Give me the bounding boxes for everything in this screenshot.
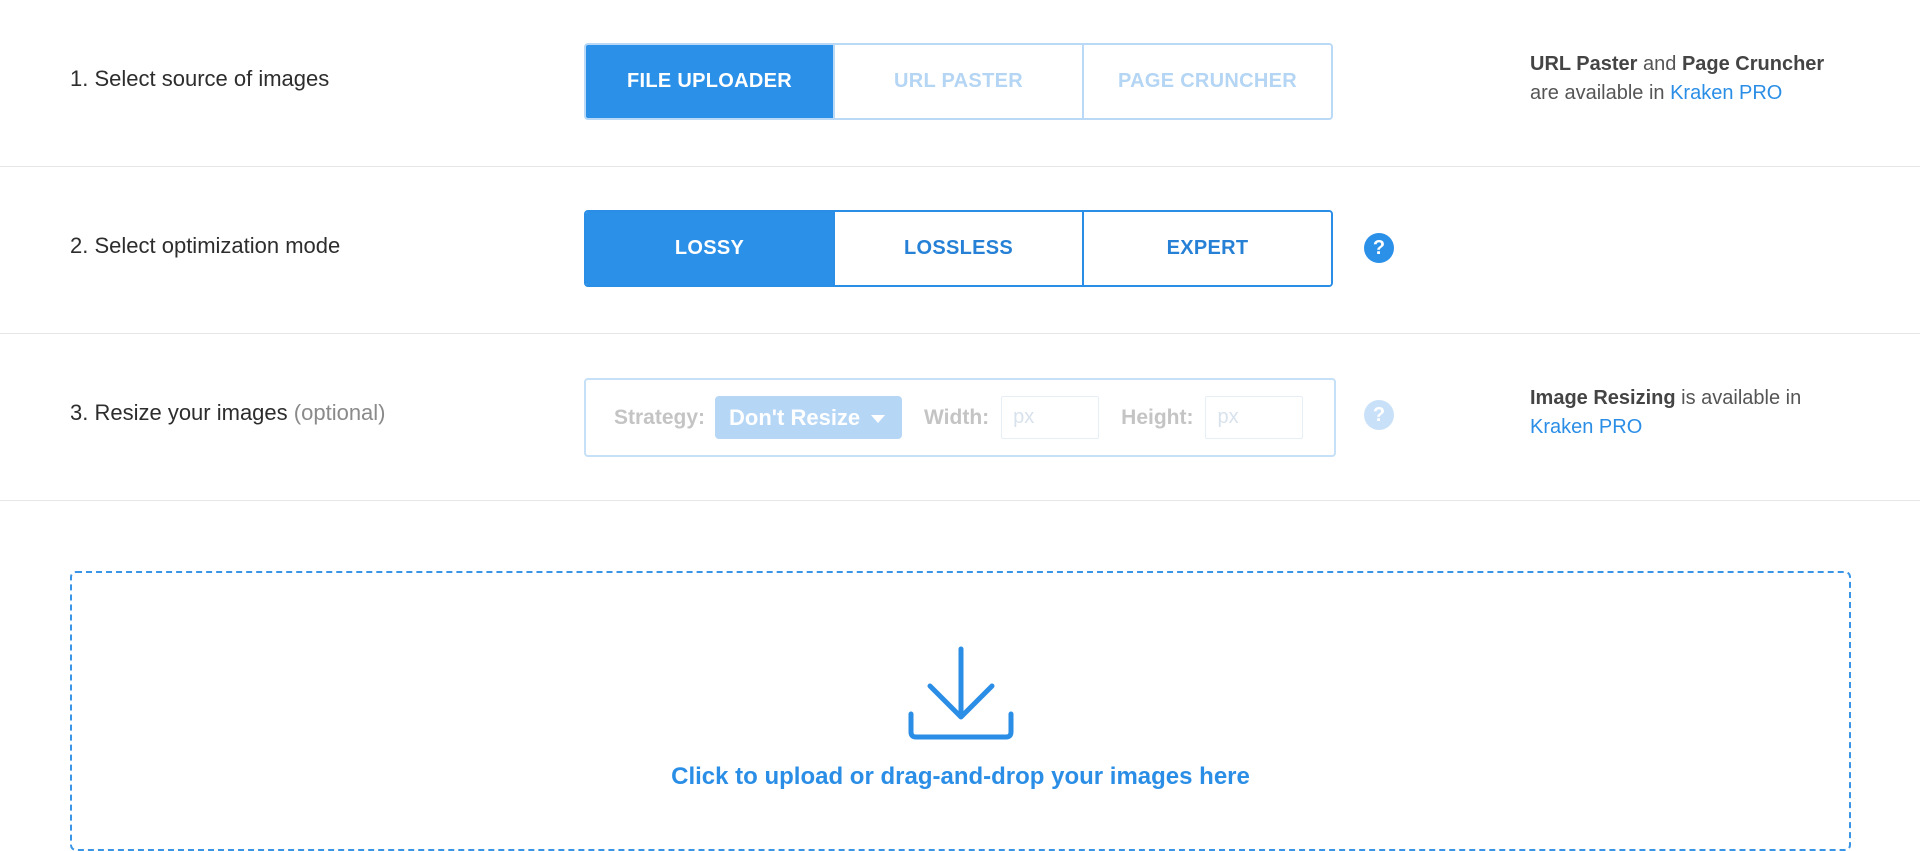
image-resizing-note: Image Resizing xyxy=(1530,387,1676,409)
mode-row: 2. Select optimization mode LOSSY LOSSLE… xyxy=(0,167,1920,334)
mode-selector: LOSSY LOSSLESS EXPERT xyxy=(584,210,1333,287)
chevron-down-icon xyxy=(871,415,886,423)
source-row: 1. Select source of images FILE UPLOADER… xyxy=(0,0,1920,167)
kraken-pro-link[interactable]: Kraken PRO xyxy=(1670,82,1782,104)
page-cruncher-note: Page Cruncher xyxy=(1681,53,1825,75)
mode-help-icon[interactable]: ? xyxy=(1364,233,1394,263)
source-pro-note: URL Paster and Page Cruncher are availab… xyxy=(1530,50,1824,108)
dropzone-text: Click to upload or drag-and-drop your im… xyxy=(671,763,1250,790)
width-input[interactable]: px xyxy=(1001,396,1100,439)
strategy-value: Don't Resize xyxy=(729,404,861,430)
file-uploader-button[interactable]: FILE UPLOADER xyxy=(586,45,833,118)
note-available: are available in xyxy=(1530,82,1671,104)
resize-pro-note: Image Resizing is available in Kraken PR… xyxy=(1530,384,1801,442)
note-and: and xyxy=(1637,53,1682,75)
height-input[interactable]: px xyxy=(1205,396,1304,439)
page-cruncher-button[interactable]: PAGE CRUNCHER xyxy=(1082,45,1331,118)
source-selector: FILE UPLOADER URL PASTER PAGE CRUNCHER xyxy=(584,43,1333,120)
url-paster-button[interactable]: URL PASTER xyxy=(833,45,1082,118)
width-label: Width: xyxy=(924,405,990,429)
lossless-button[interactable]: LOSSLESS xyxy=(833,212,1082,285)
resize-row: 3. Resize your images (optional) Strateg… xyxy=(0,334,1920,501)
resize-step-label: 3. Resize your images (optional) xyxy=(70,400,386,426)
resize-note-available: is available in xyxy=(1675,387,1802,409)
lossy-button[interactable]: LOSSY xyxy=(586,212,833,285)
resize-controls: Strategy: Don't Resize Width: px Height:… xyxy=(584,378,1336,457)
resize-label-text: 3. Resize your images xyxy=(70,400,288,425)
height-label: Height: xyxy=(1121,405,1194,429)
expert-button[interactable]: EXPERT xyxy=(1082,212,1331,285)
url-paster-note: URL Paster xyxy=(1530,53,1638,75)
source-step-label: 1. Select source of images xyxy=(70,66,330,91)
mode-step-label: 2. Select optimization mode xyxy=(70,233,341,258)
resize-kraken-pro-link[interactable]: Kraken PRO xyxy=(1530,416,1642,438)
resize-help-icon[interactable]: ? xyxy=(1364,400,1394,430)
strategy-label: Strategy: xyxy=(614,405,706,429)
upload-dropzone[interactable]: Click to upload or drag-and-drop your im… xyxy=(70,571,1851,851)
download-arrow-icon xyxy=(908,646,1014,740)
strategy-select[interactable]: Don't Resize xyxy=(715,396,903,439)
optional-label: (optional) xyxy=(293,400,386,425)
